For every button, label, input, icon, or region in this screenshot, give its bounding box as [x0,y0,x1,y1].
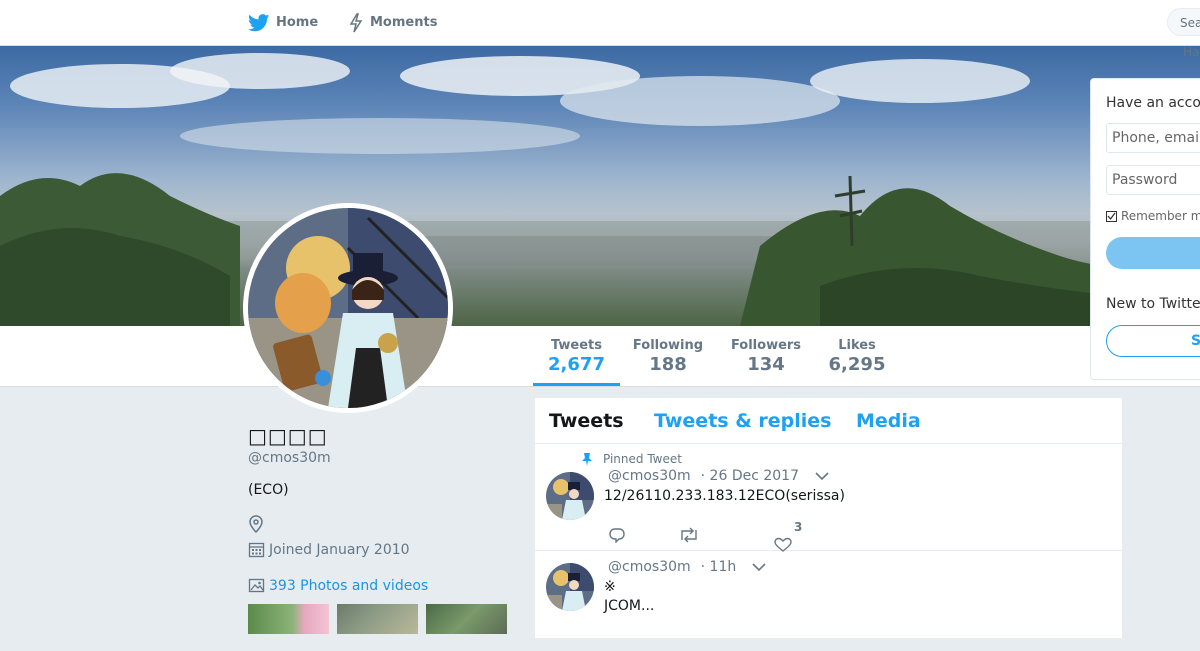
top-nav: Home Moments Sea [0,0,1200,46]
joined-date: Joined January 2010 [248,541,410,558]
login-button[interactable] [1106,237,1200,269]
tweet-text-continued: JCOM... [604,598,655,614]
nav-home[interactable]: Home [248,0,318,45]
login-title: Have an acco [1106,95,1200,111]
twitter-bird-icon [248,13,270,31]
chevron-down-icon[interactable] [815,471,829,481]
nav-moments[interactable]: Moments [348,0,437,45]
stat-value: 2,677 [548,354,605,375]
profile-handle: @cmos30m [248,450,331,466]
tweet-handle[interactable]: @cmos30m [608,559,691,575]
calendar-icon [248,542,265,558]
profile-name: □□□□ [248,424,328,448]
stat-value: 6,295 [828,354,886,375]
stat-label: Following [632,338,704,353]
retweet-icon[interactable] [678,527,700,543]
tweet-avatar[interactable] [546,563,594,611]
tweet-handle[interactable]: @cmos30m [608,468,691,484]
profile-avatar[interactable] [243,203,453,413]
photos-videos-link[interactable]: 393 Photos and videos [248,577,428,594]
stat-followers[interactable]: Followers 134 [728,326,804,386]
stat-label: Tweets [550,338,603,353]
stat-label: Likes [838,338,876,353]
tab-media[interactable]: Media [856,410,921,432]
stat-following[interactable]: Following 188 [630,326,706,386]
pinned-indicator: Pinned Tweet [581,452,682,466]
stat-value: 134 [747,354,785,375]
photo-icon [248,578,265,593]
nav-moments-label: Moments [370,15,438,30]
joined-text: Joined January 2010 [269,541,410,558]
like-count: 3 [794,520,803,534]
tweet-item[interactable]: Pinned Tweet @cmos30m · 26 Dec 2017 12/2… [535,444,1122,553]
avatar-image [248,208,448,408]
stat-tweets[interactable]: Tweets 2,677 [533,326,620,386]
profile-stats-bar: Tweets 2,677 Following 188 Followers 134… [0,326,1200,387]
remember-label: Remember m [1121,209,1200,223]
profile-bio: (ECO) [248,482,289,498]
tweet-item[interactable]: @cmos30m · 11h ※ JCOM... [535,551,1122,651]
stat-value: 188 [649,354,687,375]
pinned-label: Pinned Tweet [603,452,682,466]
chevron-down-icon[interactable] [752,562,766,572]
tweet-avatar[interactable] [546,472,594,520]
truncated-link[interactable]: Ha [1183,45,1199,59]
password-field[interactable]: Password [1106,165,1200,195]
tweet-time[interactable]: · 26 Dec 2017 [701,468,799,484]
remember-me[interactable]: Remember m [1106,209,1200,223]
location-icon [248,515,264,537]
phone-email-field[interactable]: Phone, email [1106,123,1200,153]
photos-link-label: 393 Photos and videos [269,577,429,594]
timeline-tabs: Tweets Tweets & replies Media [535,398,1122,444]
nav-home-label: Home [276,15,319,30]
signup-button[interactable]: S [1106,325,1200,357]
remember-checkbox[interactable] [1106,210,1117,222]
tweet-text: ※ [604,579,616,595]
new-to-twitter-text: New to Twitte [1106,296,1200,312]
profile-banner [0,46,1200,326]
tweet-header: @cmos30m · 11h [608,559,766,575]
tab-tweets-replies[interactable]: Tweets & replies [654,410,831,432]
timeline: Tweets Tweets & replies Media Pinned Twe… [534,397,1123,639]
reply-icon[interactable] [608,527,626,543]
stat-likes[interactable]: Likes 6,295 [823,326,891,386]
stat-label: Followers [730,338,802,353]
pin-icon [582,453,592,466]
tweet-header: @cmos30m · 26 Dec 2017 [608,468,829,484]
tweet-text: 12/26110.233.183.12ECO(serissa) [604,488,845,504]
search-input[interactable]: Sea [1167,8,1200,36]
login-panel: Have an acco Phone, email Password Remem… [1090,78,1200,380]
tweet-time[interactable]: · 11h [701,559,737,575]
banner-image [0,53,1200,326]
tweet-actions [608,517,792,553]
lightning-icon [349,12,363,32]
tab-tweets[interactable]: Tweets [549,410,624,432]
